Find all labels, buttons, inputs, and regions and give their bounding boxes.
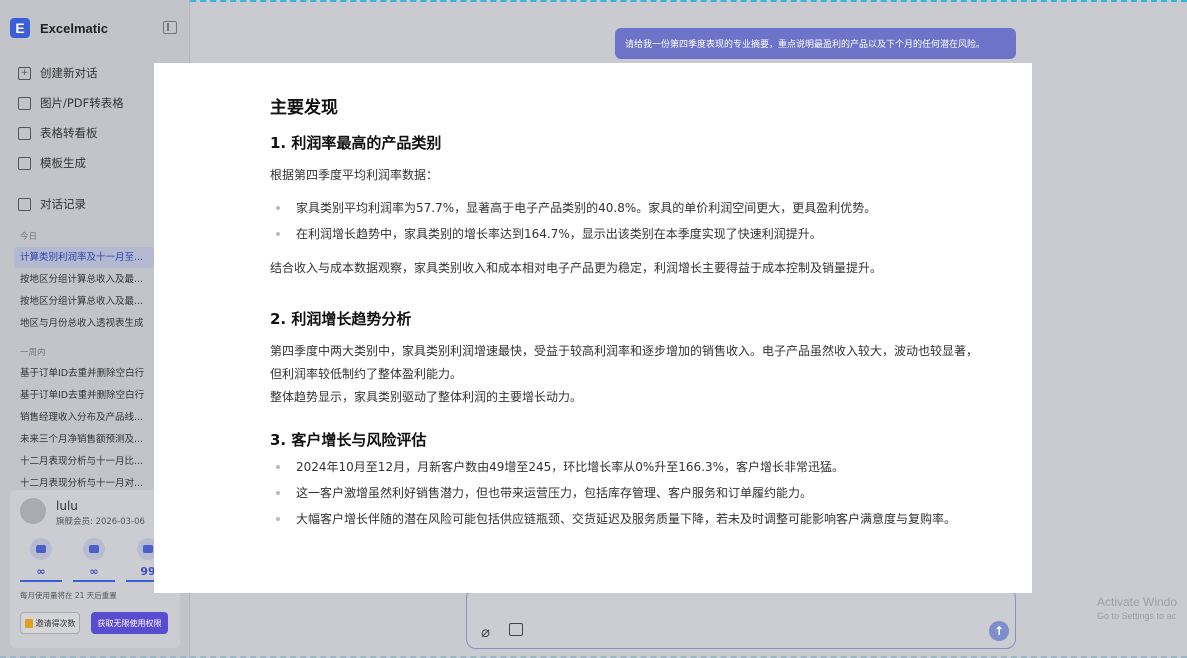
history-item[interactable]: 按地区分组计算总收入及最... (14, 269, 154, 290)
list-item: 2024年10月至12月，月新客户数由49增至245，环比增长率从0%升至166… (270, 454, 982, 480)
section-1-list: 家具类别平均利润率为57.7%，显著高于电子产品类别的40.8%。家具的单价利润… (270, 195, 1032, 247)
history-item[interactable]: 基于订单ID去重并删除空白行 (14, 385, 154, 406)
section-2-heading: 2. 利润增长趋势分析 (270, 310, 412, 328)
menu-table-to-dashboard-label: 表格转看板 (40, 126, 98, 140)
menu-image-to-table-label: 图片/PDF转表格 (40, 96, 124, 110)
report-title: 主要发现 (270, 98, 338, 118)
list-item: 在利润增长趋势中，家具类别的增长率达到164.7%，显示出该类别在本季度实现了快… (270, 221, 982, 247)
section-1-heading: 1. 利润率最高的产品类别 (270, 134, 442, 152)
list-item: 家具类别平均利润率为57.7%，显著高于电子产品类别的40.8%。家具的单价利润… (270, 195, 982, 221)
brand[interactable]: E Excelmatic (10, 18, 108, 38)
image-icon (83, 538, 105, 560)
menu-new-chat-label: 创建新对话 (40, 66, 98, 80)
stat-chat: ∞ (20, 538, 62, 582)
section-2-p1: 第四季度中两大类别中，家具类别利润增速最快，受益于较高利润率和逐步增加的销售收入… (270, 344, 979, 381)
list-item: 这一客户激增虽然利好销售潜力，但也带来运营压力，包括库存管理、客户服务和订单履约… (270, 480, 982, 506)
paperclip-icon[interactable]: ⌀ (481, 623, 490, 641)
section-2: 2. 利润增长趋势分析 第四季度中两大类别中，家具类别利润增速最快，受益于较高利… (270, 308, 1032, 409)
section-1-intro: 根据第四季度平均利润率数据： (270, 168, 439, 182)
collapse-sidebar-icon[interactable] (163, 21, 177, 34)
section-2-p2: 整体趋势显示，家具类别驱动了整体利润的主要增长动力。 (270, 390, 583, 404)
group-label-today: 今日 (20, 232, 38, 242)
image-icon (18, 96, 31, 110)
upgrade-button[interactable]: 获取无限使用权限 (91, 612, 168, 634)
avatar[interactable] (20, 498, 46, 524)
invite-label: 邀请得次数 (35, 618, 76, 628)
watermark-line1: Activate Windo (1097, 595, 1178, 609)
dashboard-icon (18, 126, 31, 140)
book-icon[interactable] (509, 623, 523, 636)
send-button[interactable]: ↑ (989, 621, 1009, 641)
history-item[interactable]: 地区与月份总收入透视表生成 (14, 313, 154, 334)
history-icon (18, 197, 31, 211)
user-message: 请给我一份第四季度表现的专业摘要，重点说明最盈利的产品以及下个月的任何潜在风险。 (615, 28, 1016, 59)
history-item[interactable]: 销售经理收入分布及产品线... (14, 407, 154, 428)
menu-table-to-dashboard[interactable]: 表格转看板 (18, 118, 124, 148)
section-3-heading: 3. 客户增长与风险评估 (270, 431, 427, 449)
history-item[interactable]: 十二月表现分析与十一月比... (14, 451, 154, 472)
invite-button[interactable]: 邀请得次数 (20, 612, 80, 634)
template-icon (18, 156, 31, 170)
usage-note: 每月使用量将在 21 天后重置 (20, 591, 117, 600)
chat-icon (30, 538, 52, 560)
menu-new-chat[interactable]: + 创建新对话 (18, 58, 124, 88)
history-item[interactable]: 基于订单ID去重并删除空白行 (14, 363, 154, 384)
history-label: 对话记录 (40, 197, 86, 211)
section-3-list: 2024年10月至12月，月新客户数由49增至245，环比增长率从0%升至166… (270, 454, 1032, 530)
app-name: Excelmatic (40, 20, 108, 36)
user-name: lulu (56, 499, 78, 513)
sidebar-menu: + 创建新对话 图片/PDF转表格 表格转看板 模板生成 (18, 58, 124, 178)
stat-chat-value: ∞ (36, 565, 46, 578)
list-item: 大幅客户增长伴随的潜在风险可能包括供应链瓶颈、交货延迟及服务质量下降，若未及时调… (270, 506, 982, 530)
section-3: 3. 客户增长与风险评估 2024年10月至12月，月新客户数由49增至245，… (270, 429, 1032, 530)
group-label-week: 一周内 (20, 348, 46, 358)
menu-image-to-table[interactable]: 图片/PDF转表格 (18, 88, 124, 118)
history-item[interactable]: 按地区分组计算总收入及最... (14, 291, 154, 312)
watermark-line2: Go to Settings to ac (1097, 611, 1177, 621)
menu-template[interactable]: 模板生成 (18, 148, 124, 178)
section-1-outro: 结合收入与成本数据观察，家具类别收入和成本相对电子产品更为稳定，利润增长主要得益… (270, 261, 883, 275)
section-1: 1. 利润率最高的产品类别 根据第四季度平均利润率数据： 家具类别平均利润率为5… (270, 132, 1032, 280)
plus-square-icon: + (18, 66, 31, 80)
menu-template-label: 模板生成 (40, 156, 86, 170)
history-item[interactable]: 计算类别利润率及十一月至... (14, 247, 154, 268)
gift-icon (24, 618, 33, 628)
stat-image-value: ∞ (89, 565, 99, 578)
activate-windows-watermark: Activate Windo Go to Settings to ac (1097, 595, 1177, 621)
history-item[interactable]: 未来三个月净销售额预测及... (14, 429, 154, 450)
history-title: 对话记录 (18, 196, 86, 212)
chat-input[interactable]: ⌀ ↑ (466, 588, 1016, 649)
stat-image: ∞ (73, 538, 115, 582)
membership-text: 旗舰会员: 2026-03-06 (56, 517, 145, 527)
report-modal: 主要发现 1. 利润率最高的产品类别 根据第四季度平均利润率数据： 家具类别平均… (154, 63, 1032, 593)
excelmatic-logo-icon: E (10, 18, 30, 38)
